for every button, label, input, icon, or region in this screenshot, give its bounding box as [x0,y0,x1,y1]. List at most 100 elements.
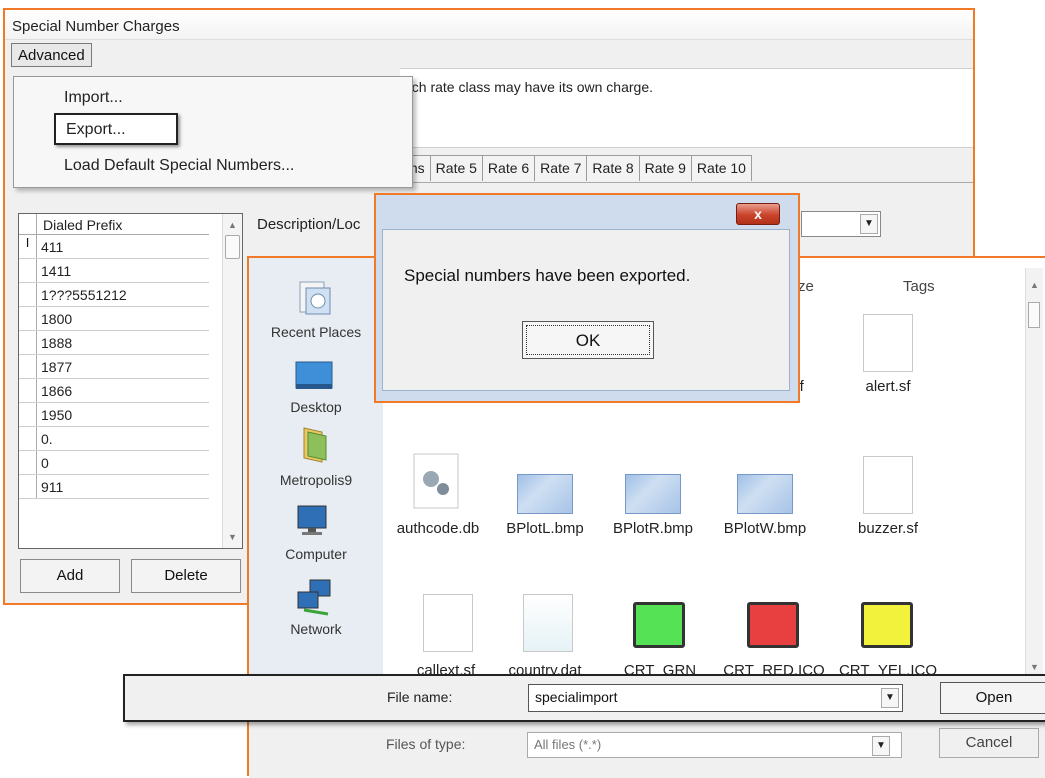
monitor-red-icon[interactable] [747,602,799,648]
place-recent-places[interactable]: Recent Places [249,324,383,340]
menu-item-load-default[interactable]: Load Default Special Numbers... [64,157,294,175]
data-file-icon[interactable] [523,594,573,652]
menu-bar: Advanced [5,40,973,68]
grid-rows: I 411 1411 1???5551212 1800 1888 1877 186… [19,235,209,499]
chevron-down-icon[interactable]: ▼ [860,214,878,234]
prefix-cell[interactable]: 1950 [37,403,209,426]
table-row[interactable]: 1950 [19,403,209,427]
table-row[interactable]: 911 [19,475,209,499]
advanced-dropdown-menu: Import... Export... Load Default Special… [13,76,413,188]
chevron-down-icon[interactable]: ▼ [881,688,899,708]
table-row[interactable]: 1411 [19,259,209,283]
file-name-panel: File name: specialimport ▼ Open [123,674,1045,722]
place-network[interactable]: Network [249,621,383,637]
delete-button[interactable]: Delete [131,559,241,593]
menu-advanced[interactable]: Advanced [11,43,92,67]
message-text: Special numbers have been exported. [404,266,691,285]
prefix-cell[interactable]: 1???5551212 [37,283,209,306]
file-list-scrollbar[interactable]: ▲ ▼ [1025,268,1043,688]
prefix-cell[interactable]: 0. [37,427,209,450]
dialed-prefix-grid[interactable]: Dialed Prefix I 411 1411 1???5551212 1800… [18,213,243,549]
table-row[interactable]: 0. [19,427,209,451]
scroll-up-icon[interactable]: ▲ [1030,280,1039,290]
file-name-input[interactable]: specialimport [528,684,903,712]
user-folder-icon[interactable] [294,424,334,464]
tab-rate-6[interactable]: Rate 6 [481,155,536,181]
scroll-down-icon[interactable]: ▼ [1030,662,1039,672]
scroll-up-icon[interactable]: ▲ [228,220,237,230]
open-button[interactable]: Open [940,682,1045,714]
database-icon[interactable] [413,453,463,511]
prefix-cell[interactable]: 911 [37,475,209,498]
scroll-thumb[interactable] [1028,302,1040,328]
table-row[interactable]: 1866 [19,379,209,403]
menu-item-import[interactable]: Import... [64,89,123,107]
ok-label: OK [526,325,650,355]
description-combo[interactable]: ▼ [801,211,881,237]
tab-rate-7[interactable]: Rate 7 [534,155,588,181]
prefix-cell[interactable]: 1888 [37,331,209,354]
tab-rate-9[interactable]: Rate 9 [638,155,692,181]
document-icon[interactable] [423,594,473,652]
scroll-down-icon[interactable]: ▼ [228,532,237,542]
column-size[interactable]: ze [798,278,814,295]
monitor-yellow-icon[interactable] [861,602,913,648]
recent-places-icon[interactable] [294,278,334,318]
description-label: Description/Loc [257,216,361,233]
ok-button[interactable]: OK [522,321,654,359]
tab-rate-10[interactable]: Rate 10 [690,155,752,181]
message-body: Special numbers have been exported. OK [382,229,790,391]
column-tags[interactable]: Tags [903,278,935,295]
file-item-bplotl[interactable]: BPlotL.bmp [490,520,600,537]
cancel-button[interactable]: Cancel [939,728,1039,758]
tab-rate-5[interactable]: Rate 5 [429,155,483,181]
grid-header: Dialed Prefix [19,214,209,235]
prefix-cell[interactable]: 1800 [37,307,209,330]
prefix-cell[interactable]: 1877 [37,355,209,378]
file-item-authcode[interactable]: authcode.db [383,520,493,537]
bitmap-icon[interactable] [625,474,681,514]
table-row[interactable]: 1877 [19,355,209,379]
place-desktop[interactable]: Desktop [249,399,383,415]
menu-item-export[interactable]: Export... [54,113,178,145]
file-name-label: File name: [387,689,453,705]
column-dialed-prefix[interactable]: Dialed Prefix [37,214,209,234]
rate-tabs: ms Rate 5 Rate 6 Rate 7 Rate 8 Rate 9 Ra… [400,155,752,181]
places-bar: Recent Places Desktop Metropolis9 Comput… [249,258,383,688]
file-item-buzzer[interactable]: buzzer.sf [833,520,943,537]
monitor-green-icon[interactable] [633,602,685,648]
tab-rate-8[interactable]: Rate 8 [586,155,640,181]
prefix-cell[interactable]: 0 [37,451,209,474]
table-row[interactable]: 1???5551212 [19,283,209,307]
files-of-type-label: Files of type: [386,736,466,752]
document-icon[interactable] [863,456,913,514]
table-row[interactable]: 1888 [19,331,209,355]
desktop-icon[interactable] [294,356,334,396]
close-icon[interactable]: x [736,203,780,225]
prefix-cell[interactable]: 1866 [37,379,209,402]
scroll-thumb[interactable] [225,235,240,259]
info-panel: ach rate class may have its own charge. [400,68,973,148]
chevron-down-icon[interactable]: ▼ [872,736,890,756]
table-row[interactable]: I 411 [19,235,209,259]
export-message-box: x Special numbers have been exported. OK [374,193,800,403]
grid-scrollbar[interactable]: ▲ ▼ [222,214,242,548]
table-row[interactable]: 0 [19,451,209,475]
computer-icon[interactable] [294,500,334,540]
place-computer[interactable]: Computer [249,546,383,562]
file-item-bplotw[interactable]: BPlotW.bmp [710,520,820,537]
table-row[interactable]: 1800 [19,307,209,331]
row-cursor-icon: I [19,235,37,258]
files-of-type-select[interactable]: All files (*.*) [527,732,902,758]
file-item-alert[interactable]: alert.sf [833,378,943,395]
document-icon[interactable] [863,314,913,372]
bitmap-icon[interactable] [517,474,573,514]
info-text: ach rate class may have its own charge. [404,79,654,95]
add-button[interactable]: Add [20,559,120,593]
prefix-cell[interactable]: 1411 [37,259,209,282]
bitmap-icon[interactable] [737,474,793,514]
prefix-cell[interactable]: 411 [37,235,209,258]
file-item-bplotr[interactable]: BPlotR.bmp [598,520,708,537]
place-metropolis9[interactable]: Metropolis9 [249,472,383,488]
network-icon[interactable] [294,578,334,618]
